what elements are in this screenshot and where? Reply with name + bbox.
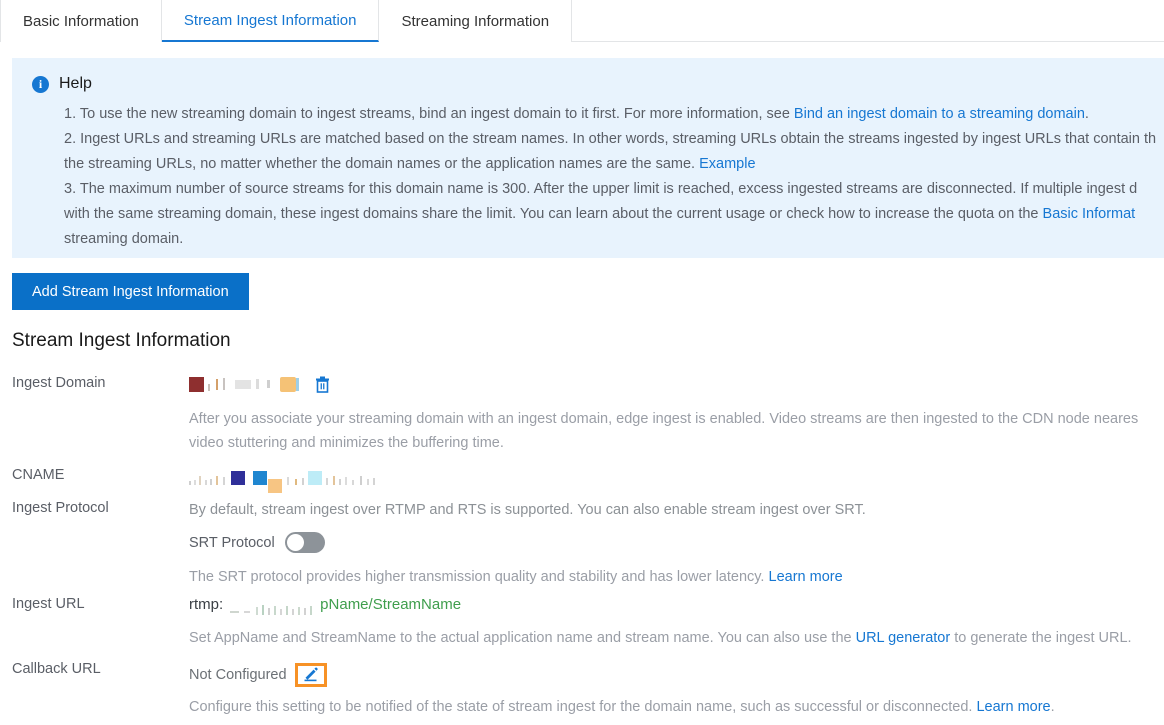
ingest-url-prefix: rtmp: [189,596,224,613]
help-item-text: the streaming URLs, no matter whether th… [64,156,700,172]
tab-label: Streaming Information [401,12,550,30]
cname-body [189,465,1164,493]
help-item-text-end: . [1084,106,1089,122]
row-ingest-url: Ingest URL rtmp: pName/StreamName Set Ap… [0,596,1164,661]
ingest-domain-description-line-2: video stuttering and minimizes the buffe… [189,435,504,451]
srt-protocol-label: SRT Protocol [189,534,275,551]
callback-url-value: Not Configured [189,667,287,683]
help-panel: i Help 1. To use the new streaming domai… [12,58,1164,258]
help-item: 3. The maximum number of source streams … [64,177,1164,202]
tab-basic-information[interactable]: Basic Information [0,0,162,42]
help-item-text: streaming domain. [64,231,184,247]
ingest-domain-value[interactable] [189,375,1164,397]
callback-url-description: Configure this setting to be notified of… [189,695,1164,719]
toggle-knob [286,534,304,551]
help-header: i Help [12,72,1164,96]
trash-icon[interactable] [315,376,330,398]
tab-label: Stream Ingest Information [183,11,357,29]
label-cname: CNAME [12,467,65,483]
link-url-generator[interactable]: URL generator [856,630,951,646]
callback-url-description-after: . [1050,699,1055,715]
help-item: the streaming URLs, no matter whether th… [64,152,1164,177]
help-item: streaming domain. [64,227,1164,252]
ingest-protocol-description: By default, stream ingest over RTMP and … [189,502,866,518]
ingest-url-description: Set AppName and StreamName to the actual… [189,626,1164,650]
page-section-title: Stream Ingest Information [12,330,231,351]
label-ingest-domain: Ingest Domain [12,375,106,391]
help-items: 1. To use the new streaming domain to in… [12,102,1164,252]
srt-protocol-description: The SRT protocol provides higher transmi… [189,565,1164,589]
form-rows: Ingest Domain After you associate your s… [0,375,1164,721]
pencil-icon[interactable] [294,663,327,687]
stream-ingest-information-page: Basic Information Stream Ingest Informat… [0,0,1164,725]
ingest-domain-body: After you associate your streaming domai… [189,375,1164,455]
help-item: 2. Ingest URLs and streaming URLs are ma… [64,127,1164,152]
srt-description-text: The SRT protocol provides higher transmi… [189,569,769,585]
cname-value[interactable] [189,465,1164,493]
add-stream-ingest-information-button[interactable]: Add Stream Ingest Information [12,273,249,310]
ingest-domain-description-line-1: After you associate your streaming domai… [189,411,1139,427]
help-title: Help [59,75,92,92]
label-ingest-protocol: Ingest Protocol [12,500,109,516]
ingest-url-value[interactable]: rtmp: pName/StreamName [189,596,1164,618]
ingest-url-body: rtmp: pName/StreamName Set AppName and S… [189,596,1164,650]
redacted-domain-text [189,375,299,393]
srt-protocol-toggle-row: SRT Protocol [189,532,1164,553]
help-item-text: 1. To use the new streaming domain to in… [64,106,794,122]
row-cname: CNAME [0,465,1164,500]
callback-url-body: Not Configured Configure this setting to… [189,661,1164,719]
tab-streaming-information[interactable]: Streaming Information [379,0,573,42]
link-bind-ingest-domain[interactable]: Bind an ingest domain to a streaming dom… [794,106,1085,122]
row-callback-url: Callback URL Not Configured Configure th… [0,661,1164,721]
help-item-text: with the same streaming domain, these in… [64,206,1043,222]
link-callback-learn-more[interactable]: Learn more [976,699,1050,715]
ingest-url-suffix: pName/StreamName [320,596,462,613]
label-ingest-url: Ingest URL [12,596,85,612]
callback-url-value-row: Not Configured [189,661,1164,689]
ingest-url-description-after: to generate the ingest URL. [950,630,1132,646]
redacted-cname-text [189,465,375,493]
tab-bar-filler [572,0,1164,41]
ingest-protocol-body: By default, stream ingest over RTMP and … [189,500,1164,589]
help-item: with the same streaming domain, these in… [64,202,1164,227]
link-example[interactable]: Example [699,156,755,172]
label-callback-url: Callback URL [12,661,101,677]
row-ingest-protocol: Ingest Protocol By default, stream inges… [0,500,1164,596]
help-item-text: 2. Ingest URLs and streaming URLs are ma… [64,131,1157,147]
help-item: 1. To use the new streaming domain to in… [64,102,1164,127]
srt-protocol-toggle[interactable] [284,532,325,553]
ingest-url-description-before: Set AppName and StreamName to the actual… [189,630,856,646]
tab-label: Basic Information [23,12,139,30]
tab-bar: Basic Information Stream Ingest Informat… [0,0,1164,42]
redacted-ingest-url-host [225,600,318,618]
row-ingest-domain: Ingest Domain After you associate your s… [0,375,1164,465]
tab-stream-ingest-information[interactable]: Stream Ingest Information [161,0,380,42]
link-srt-learn-more[interactable]: Learn more [769,569,843,585]
info-icon: i [32,75,49,93]
callback-url-description-before: Configure this setting to be notified of… [189,699,977,715]
link-basic-information[interactable]: Basic Informat [1043,206,1136,222]
help-item-text: 3. The maximum number of source streams … [64,181,1138,197]
